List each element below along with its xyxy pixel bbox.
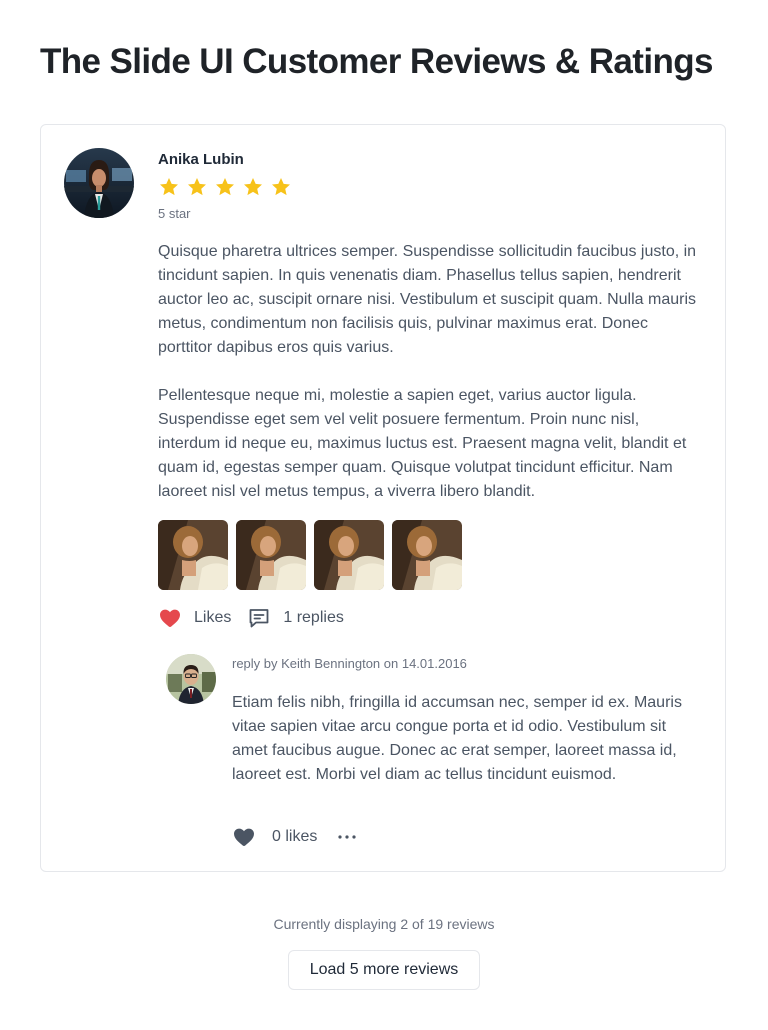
like-button[interactable]: Likes xyxy=(158,606,231,630)
review-text: Quisque pharetra ultrices semper. Suspen… xyxy=(158,240,703,504)
review-photo[interactable] xyxy=(314,520,384,590)
replies-button[interactable]: 1 replies xyxy=(247,606,344,630)
reply-like-button[interactable]: 0 likes xyxy=(232,825,317,849)
review-photos xyxy=(158,520,462,590)
star-icon xyxy=(216,178,234,196)
star-icon xyxy=(272,178,290,196)
review-photo[interactable] xyxy=(158,520,228,590)
star-icon xyxy=(160,178,178,196)
reply-actions: 0 likes xyxy=(232,825,359,849)
review-photo[interactable] xyxy=(236,520,306,590)
reply-meta: reply by Keith Bennington on 14.01.2016 xyxy=(232,656,467,671)
reply-text: Etiam felis nibh, fringilla id accumsan … xyxy=(232,694,682,783)
review-card: Anika Lubin 5 star Quisque pharetra ultr… xyxy=(40,124,726,872)
review-actions: Likes 1 replies xyxy=(158,606,344,630)
review-paragraph: Quisque pharetra ultrices semper. Suspen… xyxy=(158,243,697,356)
star-rating xyxy=(158,176,292,198)
comment-icon xyxy=(249,609,269,628)
heart-icon xyxy=(160,609,180,627)
review-photo[interactable] xyxy=(392,520,462,590)
star-icon xyxy=(244,178,262,196)
reply-avatar xyxy=(166,654,216,704)
review-paragraph: Pellentesque neque mi, molestie a sapien… xyxy=(158,387,687,500)
reviewer-avatar xyxy=(64,148,134,218)
reviewer-name: Anika Lubin xyxy=(158,151,244,168)
star-icon xyxy=(188,178,206,196)
replies-label: 1 replies xyxy=(283,609,344,626)
rating-label: 5 star xyxy=(158,206,191,221)
likes-label: Likes xyxy=(194,609,232,626)
more-horizontal-icon[interactable] xyxy=(335,825,359,849)
load-more-reviews-button[interactable]: Load 5 more reviews xyxy=(288,950,480,990)
page-title: The Slide UI Customer Reviews & Ratings xyxy=(40,42,713,81)
reply-likes-label: 0 likes xyxy=(272,828,318,845)
heart-icon xyxy=(234,828,254,846)
reviews-count-status: Currently displaying 2 of 19 reviews xyxy=(273,916,495,932)
